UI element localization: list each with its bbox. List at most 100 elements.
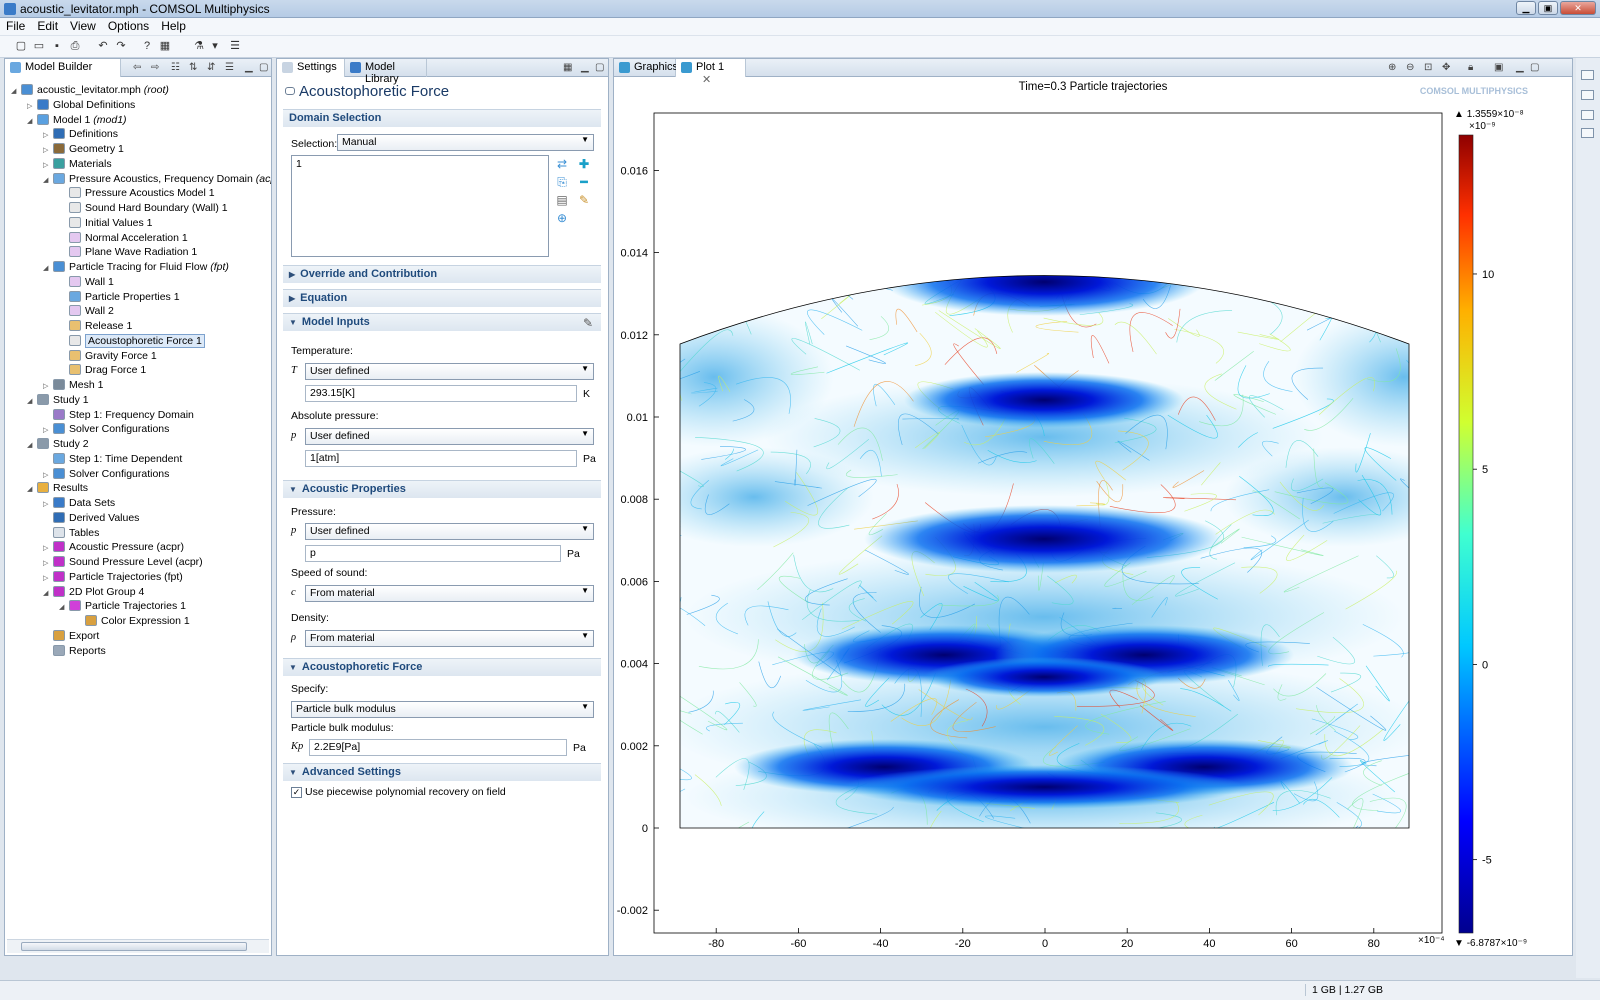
close-button[interactable]: ✕ — [1560, 1, 1596, 15]
plot-canvas[interactable]: 0.016 0.014 0.012 0.01 0.008 0.006 0.004 0.002 0… — [614, 77, 1572, 955]
panel-minimize-icon[interactable]: ▁ — [245, 62, 253, 73]
tree-node[interactable]: Color Expression 1 — [75, 614, 190, 629]
menu-options[interactable]: Options — [102, 18, 155, 34]
expander-icon[interactable]: ▷ — [43, 379, 53, 394]
tree-node[interactable]: Plane Wave Radiation 1 — [59, 245, 197, 260]
tree-node[interactable]: ▷ Materials — [43, 157, 112, 172]
panel-minimize-icon[interactable]: ▁ — [581, 62, 589, 73]
minimize-button[interactable]: ▁ — [1516, 1, 1536, 15]
scrollbar-thumb[interactable] — [21, 942, 247, 951]
help-panel-icon[interactable]: ▦ — [563, 62, 572, 73]
model-wizard-icon[interactable]: ⚗ — [192, 40, 206, 53]
tree-node[interactable]: ◢ Pressure Acoustics, Frequency Domain (a… — [43, 172, 271, 187]
expander-icon[interactable]: ▷ — [43, 423, 53, 438]
section-equation[interactable]: ▶ Equation — [283, 289, 601, 307]
section-override-contribution[interactable]: ▶ Override and Contribution — [283, 265, 601, 283]
tree-node[interactable]: ▷ Sound Pressure Level (acpr) — [43, 555, 203, 570]
tree-node[interactable]: Normal Acceleration 1 — [59, 231, 188, 246]
temperature-field[interactable]: 293.15[K] — [305, 385, 577, 402]
expander-icon[interactable]: ▷ — [27, 99, 37, 114]
expander-icon[interactable]: ▷ — [43, 497, 53, 512]
tree-node[interactable]: Release 1 — [59, 319, 132, 334]
lock-icon[interactable]: 🔒︎ — [1468, 62, 1473, 73]
expand-icon[interactable]: ⇵ — [207, 62, 215, 73]
expander-icon[interactable]: ◢ — [43, 261, 53, 276]
expander-icon[interactable]: ◢ — [11, 84, 21, 99]
tree-node[interactable]: ◢ Study 1 — [27, 393, 89, 408]
zoom-to-selection-icon[interactable]: ⊕ — [555, 211, 569, 225]
help-icon[interactable]: ? — [140, 40, 154, 53]
tree-node[interactable]: Derived Values — [43, 511, 139, 526]
active-selection-icon[interactable]: ⇄ — [555, 157, 569, 171]
expander-icon[interactable]: ◢ — [27, 114, 37, 129]
expander-icon[interactable]: ▷ — [43, 571, 53, 586]
tree-node[interactable]: Wall 1 — [59, 275, 114, 290]
add-selection-icon[interactable]: ✚ — [577, 157, 591, 171]
open-folder-icon[interactable]: ▭ — [32, 40, 46, 53]
expander-icon[interactable]: ▷ — [43, 143, 53, 158]
menu-view[interactable]: View — [64, 18, 102, 34]
density-combo[interactable]: From material ▼ — [305, 630, 594, 647]
menu-edit[interactable]: Edit — [31, 18, 64, 34]
zoom-in-icon[interactable]: ⊕ — [1388, 62, 1396, 73]
redo-icon[interactable]: ↷ — [114, 40, 128, 53]
layout-icon[interactable]: ☰ — [228, 40, 242, 53]
panel-maximize-icon[interactable]: ▢ — [1530, 62, 1539, 73]
panel-maximize-icon[interactable]: ▢ — [595, 62, 604, 73]
log-icon[interactable] — [1581, 128, 1594, 138]
horizontal-scrollbar[interactable] — [7, 939, 269, 953]
back-arrow-icon[interactable]: ⇦ — [133, 62, 141, 73]
progress-icon[interactable] — [1581, 110, 1594, 120]
tree-node[interactable]: ▷ Acoustic Pressure (acpr) — [43, 540, 184, 555]
polynomial-recovery-checkbox[interactable]: ✓ — [291, 787, 302, 798]
tree-node[interactable]: Wall 2 — [59, 304, 114, 319]
tree-node[interactable]: ◢ Particle Tracing for Fluid Flow (fpt) — [43, 260, 229, 275]
section-model-inputs[interactable]: ▼ Model Inputs — [283, 313, 601, 331]
section-advanced-settings[interactable]: ▼ Advanced Settings — [283, 763, 601, 781]
context-help-icon[interactable]: ▦ — [158, 40, 172, 53]
absolute-pressure-source-combo[interactable]: User defined ▼ — [305, 428, 594, 445]
clear-selection-icon[interactable]: ✎ — [577, 193, 591, 207]
expander-icon[interactable]: ▷ — [43, 158, 53, 173]
tree-node[interactable]: ▷ Global Definitions — [27, 98, 135, 113]
tree-node[interactable]: ▷ Solver Configurations — [43, 422, 169, 437]
zoom-out-icon[interactable]: ⊖ — [1406, 62, 1414, 73]
expander-icon[interactable]: ▷ — [43, 541, 53, 556]
expander-icon[interactable]: ▷ — [43, 468, 53, 483]
forward-arrow-icon[interactable]: ⇨ — [151, 62, 159, 73]
section-acoustophoretic-force[interactable]: ▼ Acoustophoretic Force — [283, 658, 601, 676]
remove-selection-icon[interactable]: ━ — [577, 175, 591, 189]
expander-icon[interactable]: ◢ — [27, 482, 37, 497]
tree-node[interactable]: ◢ Particle Trajectories 1 — [59, 599, 186, 614]
tab-plot1[interactable]: Plot 1 ✕ — [676, 59, 746, 86]
tree-node[interactable]: Step 1: Frequency Domain — [43, 408, 194, 423]
bulk-modulus-field[interactable]: 2.2E9[Pa] — [309, 739, 567, 756]
tree-node[interactable]: ▷ Geometry 1 — [43, 142, 124, 157]
tree-node[interactable]: Initial Values 1 — [59, 216, 153, 231]
undo-icon[interactable]: ↶ — [96, 40, 110, 53]
panel-minimize-icon[interactable]: ▁ — [1516, 62, 1524, 73]
tree-node[interactable]: Gravity Force 1 — [59, 349, 157, 364]
expander-icon[interactable]: ◢ — [27, 438, 37, 453]
section-domain-selection[interactable]: Domain Selection — [283, 109, 601, 127]
expander-icon[interactable]: ◢ — [27, 394, 37, 409]
panel-maximize-icon[interactable]: ▢ — [259, 62, 268, 73]
restore-icon[interactable] — [1581, 70, 1594, 80]
section-acoustic-properties[interactable]: ▼ Acoustic Properties — [283, 480, 601, 498]
tab-settings[interactable]: Settings — [277, 59, 345, 77]
expander-icon[interactable]: ◢ — [43, 173, 53, 188]
tree-node[interactable]: Acoustophoretic Force 1 — [59, 333, 205, 349]
absolute-pressure-field[interactable]: 1[atm] — [305, 450, 577, 467]
messages-icon[interactable] — [1581, 90, 1594, 100]
collapse-icon[interactable]: ⇅ — [189, 62, 197, 73]
zoom-box-icon[interactable]: ⊡ — [1424, 62, 1432, 73]
paste-selection-icon[interactable]: ▤ — [555, 193, 569, 207]
tab-graphics[interactable]: Graphics — [614, 59, 678, 77]
expander-icon[interactable]: ▷ — [43, 128, 53, 143]
tab-model-builder[interactable]: Model Builder — [5, 59, 121, 77]
maximize-button[interactable]: ▣ — [1538, 1, 1558, 15]
tree-node[interactable]: ▷ Data Sets — [43, 496, 115, 511]
tree-node[interactable]: Drag Force 1 — [59, 363, 146, 378]
show-icon[interactable]: ☷ — [171, 62, 180, 73]
zoom-extents-icon[interactable]: ✥ — [1442, 62, 1450, 73]
